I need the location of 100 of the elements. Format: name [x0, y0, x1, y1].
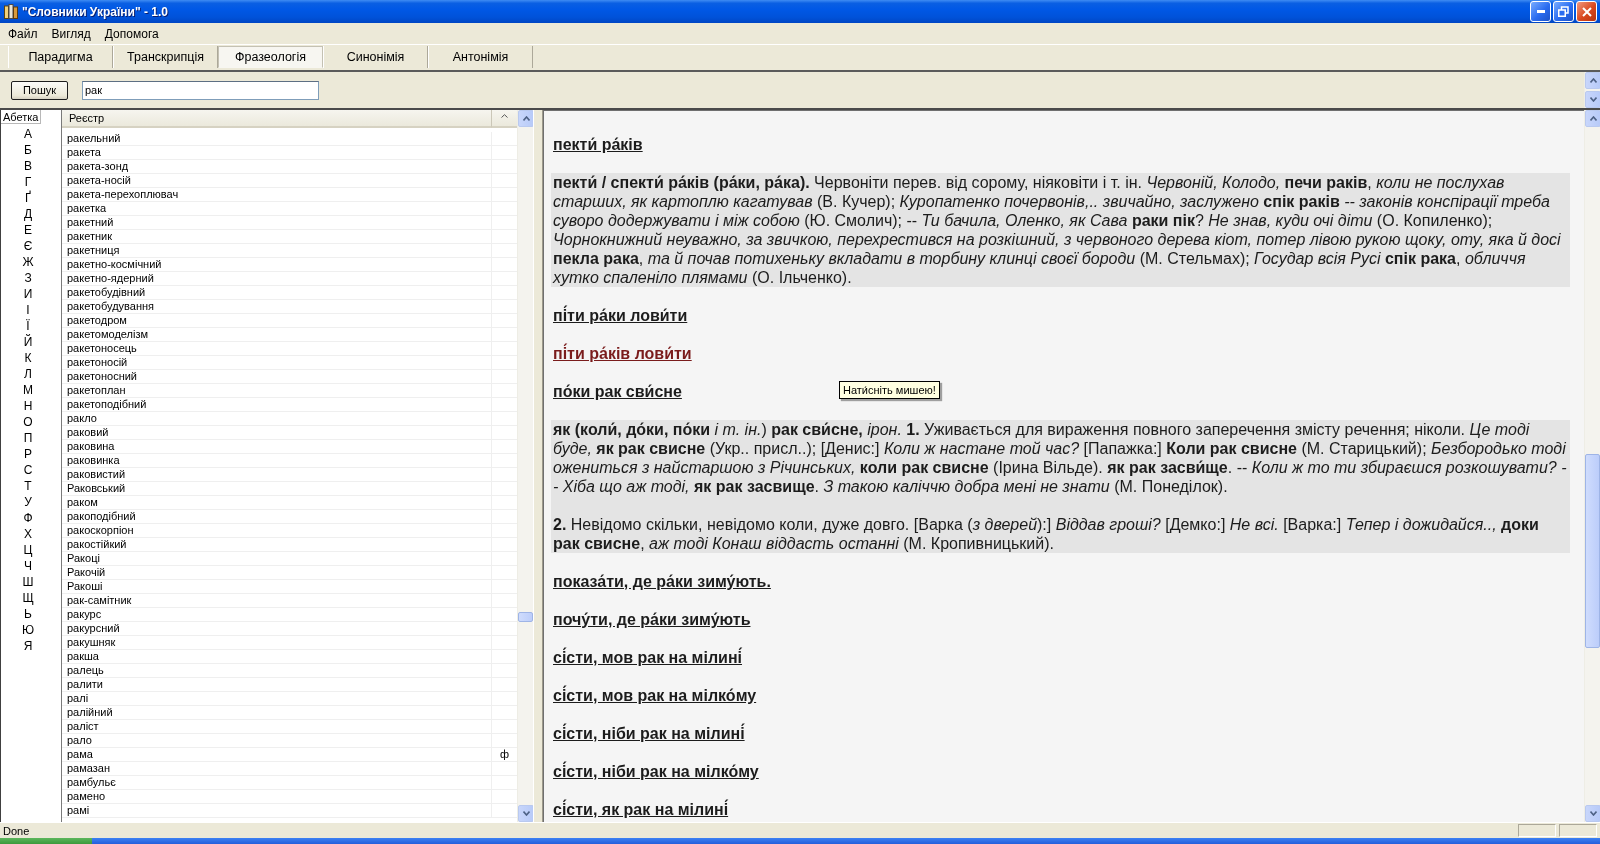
alphabet-letter[interactable]: Ю: [1, 622, 55, 638]
alphabet-letter[interactable]: П: [1, 430, 55, 446]
alphabet-letter[interactable]: М: [1, 382, 55, 398]
word-item[interactable]: ракетний: [62, 216, 492, 229]
scrollbar-thumb[interactable]: [518, 612, 533, 623]
word-item[interactable]: ракетниця: [62, 244, 492, 257]
word-item[interactable]: ракетомоделізм: [62, 328, 492, 341]
word-item[interactable]: ралі: [62, 692, 492, 705]
word-item[interactable]: раковий: [62, 426, 492, 439]
alphabet-letter[interactable]: К: [1, 350, 55, 366]
word-item[interactable]: Ракоші: [62, 580, 492, 593]
alphabet-letter[interactable]: А: [1, 126, 55, 142]
alphabet-letter[interactable]: Й: [1, 334, 55, 350]
alphabet-letter[interactable]: Х: [1, 526, 55, 542]
word-item[interactable]: ракетоносний: [62, 370, 492, 383]
word-item[interactable]: ракета-перехоплювач: [62, 188, 492, 201]
scroll-down-button[interactable]: [1585, 91, 1600, 108]
alphabet-letter[interactable]: Б: [1, 142, 55, 158]
word-item[interactable]: ракетобудівний: [62, 286, 492, 299]
phrase-link[interactable]: сі́сти, ніби рак на мілко́му: [553, 762, 759, 781]
word-item[interactable]: ракельний: [62, 132, 492, 145]
word-item[interactable]: ралійний: [62, 706, 492, 719]
scroll-down-button[interactable]: [1585, 805, 1600, 822]
tab[interactable]: Синонімія: [323, 46, 428, 68]
phrase-link[interactable]: пі́ти ра́ки лови́ти: [553, 306, 688, 325]
word-item[interactable]: ракетоносець: [62, 342, 492, 355]
word-item[interactable]: рамі: [62, 804, 492, 817]
alphabet-letter[interactable]: Є: [1, 238, 55, 254]
word-item[interactable]: Ракоці: [62, 552, 492, 565]
alphabet-letter[interactable]: Ж: [1, 254, 55, 270]
word-item[interactable]: ракостійкий: [62, 538, 492, 551]
word-item[interactable]: ракетно-космічний: [62, 258, 492, 271]
alphabet-letter[interactable]: І: [1, 302, 55, 318]
phrase-link[interactable]: сі́сти, як рак на мілині́: [553, 800, 729, 819]
word-item[interactable]: ракурсний: [62, 622, 492, 635]
alphabet-letter[interactable]: Ь: [1, 606, 55, 622]
splitter-handle[interactable]: [533, 110, 543, 822]
word-item[interactable]: ракетка: [62, 202, 492, 215]
phrase-link[interactable]: пі́ти ра́ків лови́ти: [553, 344, 692, 363]
restore-button[interactable]: [1553, 1, 1574, 22]
word-item[interactable]: ракетодром: [62, 314, 492, 327]
search-field[interactable]: рак: [82, 80, 319, 100]
scrollbar[interactable]: [517, 110, 533, 822]
word-item[interactable]: ракетно-ядерний: [62, 272, 492, 285]
word-item[interactable]: ракушняк: [62, 636, 492, 649]
alphabet-letter[interactable]: Н: [1, 398, 55, 414]
alphabet-letter[interactable]: Ф: [1, 510, 55, 526]
scrollbar[interactable]: [1584, 72, 1600, 108]
word-item[interactable]: ракета: [62, 146, 492, 159]
alphabet-letter[interactable]: В: [1, 158, 55, 174]
scroll-down-button[interactable]: [518, 805, 534, 822]
word-item[interactable]: ракетоподібний: [62, 398, 492, 411]
word-item[interactable]: ракоскорпіон: [62, 524, 492, 537]
alphabet-letter[interactable]: О: [1, 414, 55, 430]
word-item[interactable]: раковинка: [62, 454, 492, 467]
alphabet-letter[interactable]: Р: [1, 446, 55, 462]
word-item[interactable]: раком: [62, 496, 492, 509]
scroll-up-button[interactable]: [1585, 72, 1600, 89]
tab[interactable]: Фразеологія: [218, 46, 323, 68]
search-button[interactable]: Пошук: [11, 80, 68, 100]
word-item[interactable]: ракша: [62, 650, 492, 663]
word-item[interactable]: рак-самітник: [62, 594, 492, 607]
tab[interactable]: Антонімія: [428, 46, 533, 68]
word-item[interactable]: ракло: [62, 412, 492, 425]
phrase-link[interactable]: по́ки рак сви́сне: [553, 382, 682, 401]
alphabet-letter[interactable]: Ґ: [1, 190, 55, 206]
word-item[interactable]: ракета-носій: [62, 174, 492, 187]
alphabet-letter[interactable]: Г: [1, 174, 55, 190]
word-item[interactable]: рамазан: [62, 762, 492, 775]
alphabet-letter[interactable]: И: [1, 286, 55, 302]
alphabet-letter[interactable]: Ч: [1, 558, 55, 574]
phrase-link[interactable]: показа́ти, де ра́ки зиму́ють.: [553, 572, 771, 591]
menu-item[interactable]: Файл: [1, 24, 45, 43]
tab[interactable]: Парадигма: [8, 46, 113, 68]
column-header[interactable]: Реєстр: [62, 110, 492, 128]
alphabet-letter[interactable]: Е: [1, 222, 55, 238]
minimize-button[interactable]: [1530, 1, 1551, 22]
alphabet-letter[interactable]: Щ: [1, 590, 55, 606]
scrollbar-thumb[interactable]: [1585, 454, 1600, 648]
alphabet-letter[interactable]: Т: [1, 478, 55, 494]
alphabet-letter[interactable]: С: [1, 462, 55, 478]
menu-item[interactable]: Допомога: [97, 24, 166, 43]
word-item[interactable]: ракоподібний: [62, 510, 492, 523]
alphabet-letter[interactable]: З: [1, 270, 55, 286]
phrase-link[interactable]: пекти́ ра́ків: [553, 135, 643, 154]
menu-item[interactable]: Вигляд: [44, 24, 98, 43]
start-button[interactable]: [0, 838, 92, 844]
scrollbar[interactable]: [1584, 110, 1600, 822]
phrase-link[interactable]: сі́сти, мов рак на мілині́: [553, 648, 742, 667]
word-item[interactable]: ралець: [62, 664, 492, 677]
word-item[interactable]: раковина: [62, 440, 492, 453]
close-button[interactable]: [1576, 1, 1597, 22]
word-item[interactable]: рама: [62, 748, 492, 761]
word-item[interactable]: ракета-зонд: [62, 160, 492, 173]
alphabet-letter[interactable]: Ш: [1, 574, 55, 590]
word-item[interactable]: Ракочій: [62, 566, 492, 579]
alphabet-letter[interactable]: Ї: [1, 318, 55, 334]
scroll-up-button[interactable]: [518, 110, 534, 127]
alphabet-letter[interactable]: Д: [1, 206, 55, 222]
alphabet-letter[interactable]: Ц: [1, 542, 55, 558]
